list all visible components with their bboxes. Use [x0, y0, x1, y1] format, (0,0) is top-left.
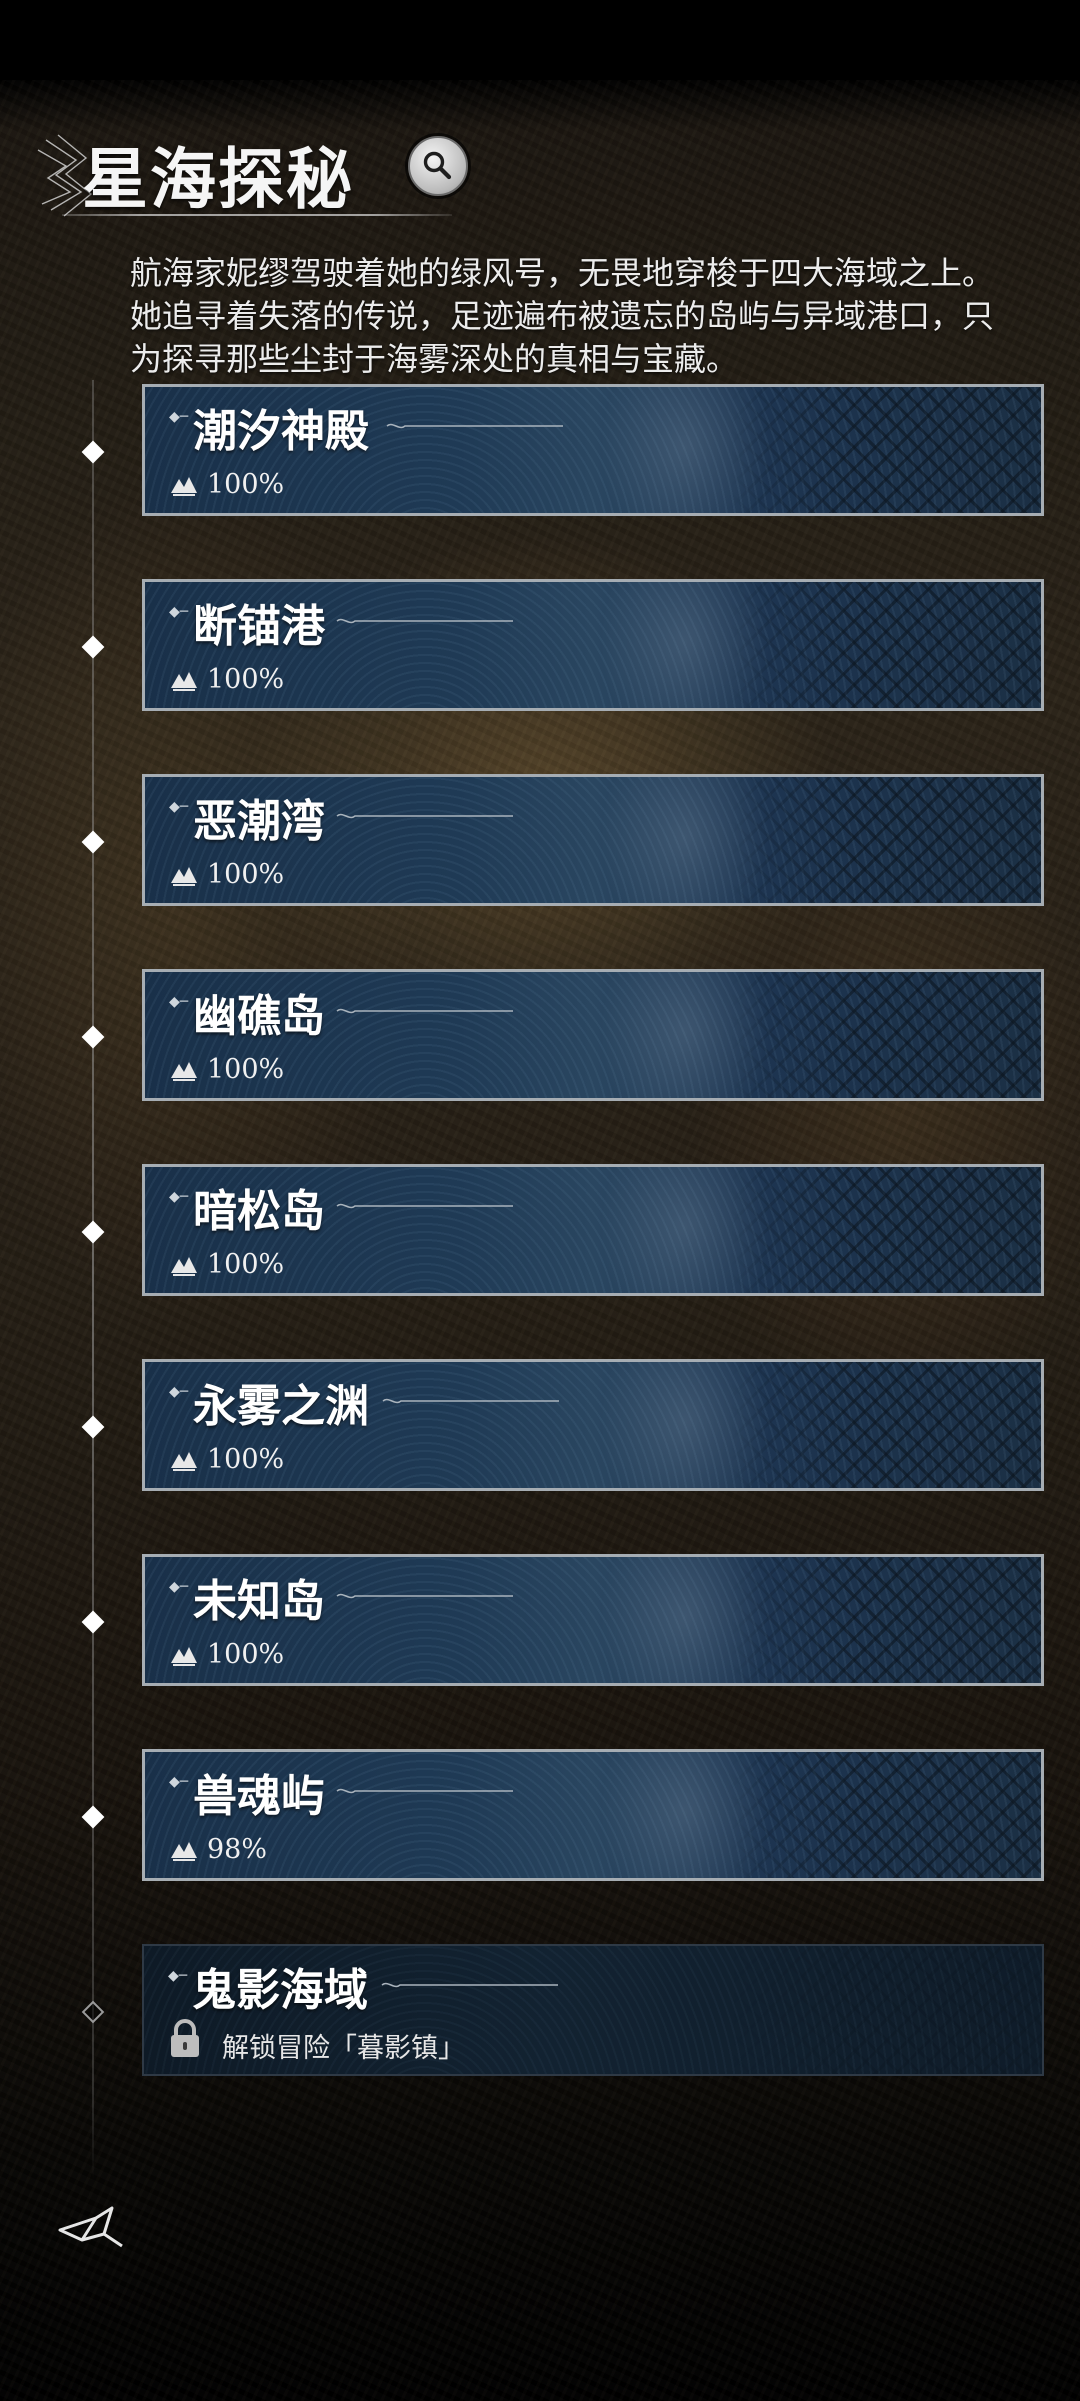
- region-card-shouhun-yu[interactable]: ◆─ 兽魂屿 98%: [142, 1749, 1044, 1881]
- card-pattern: [731, 387, 1041, 513]
- header: 星海探秘: [0, 120, 500, 230]
- flourish-icon: [386, 423, 563, 429]
- emblem-icon: [58, 2206, 123, 2248]
- flourish-icon: [336, 1788, 513, 1794]
- region-progress: 100%: [207, 1444, 285, 1475]
- card-pattern: [731, 1752, 1041, 1878]
- region-name: 潮汐神殿: [193, 406, 369, 457]
- book-icon: [171, 1452, 197, 1471]
- book-icon: [171, 1647, 197, 1666]
- timeline-node-locked: [81, 2000, 105, 2024]
- card-pattern: [731, 1167, 1041, 1293]
- unlock-hint: 解锁冒险「暮影镇」: [222, 2033, 465, 2064]
- book-icon: [171, 1842, 197, 1861]
- timeline-node: [81, 1805, 105, 1829]
- timeline-node: [81, 1025, 105, 1049]
- flourish-icon: [381, 1982, 558, 1988]
- region-name: 暗松岛: [193, 1186, 325, 1237]
- search-button[interactable]: [408, 136, 468, 196]
- region-progress: 100%: [207, 469, 285, 500]
- region-progress: 98%: [207, 1834, 268, 1865]
- sparkle-icon: ◆─: [169, 799, 189, 815]
- card-pattern: [731, 777, 1041, 903]
- region-card-ansong-dao[interactable]: ◆─ 暗松岛 100%: [142, 1164, 1044, 1296]
- flourish-icon: [336, 618, 513, 624]
- card-pattern: [731, 972, 1041, 1098]
- flourish-icon: [382, 1398, 559, 1404]
- timeline-node: [81, 635, 105, 659]
- book-icon: [171, 1257, 197, 1276]
- flourish-icon: [336, 1008, 513, 1014]
- region-card-echao-wan[interactable]: ◆─ 恶潮湾 100%: [142, 774, 1044, 906]
- sparkle-icon: ◆─: [169, 1579, 189, 1595]
- region-card-weizhi-dao[interactable]: ◆─ 未知岛 100%: [142, 1554, 1044, 1686]
- region-progress: 100%: [207, 1249, 285, 1280]
- lock-icon: [171, 2019, 199, 2057]
- sparkle-icon: ◆─: [169, 1774, 189, 1790]
- region-progress: 100%: [207, 664, 285, 695]
- region-name: 恶潮湾: [193, 796, 325, 847]
- region-progress: 100%: [207, 1639, 285, 1670]
- description-text: 航海家妮缪驾驶着她的绿风号，无畏地穿梭于四大海域之上。她追寻着失落的传说，足迹遍…: [130, 254, 995, 378]
- status-bar: [0, 0, 1080, 80]
- flourish-icon: [336, 1203, 513, 1209]
- sparkle-icon: ◆─: [169, 994, 189, 1010]
- card-pattern: [731, 582, 1041, 708]
- screen: 星海探秘 航海家妮缪驾驶着她的绿风号，无畏地穿梭于四大海域之上。她追寻着失落的传…: [0, 0, 1080, 2401]
- region-name: 断锚港: [193, 601, 325, 652]
- region-card-guiying-haiyu[interactable]: ◆─ 鬼影海域 解锁冒险「暮影镇」: [142, 1944, 1044, 2076]
- sparkle-icon: ◆─: [169, 409, 189, 425]
- card-pattern: [732, 1946, 1042, 2074]
- region-name: 兽魂屿: [193, 1771, 325, 1822]
- book-icon: [171, 867, 197, 886]
- region-name: 鬼影海域: [192, 1965, 368, 2016]
- region-progress: 100%: [207, 1054, 285, 1085]
- region-card-chaoxi-shendian[interactable]: ◆─ 潮汐神殿 100%: [142, 384, 1044, 516]
- region-name: 未知岛: [193, 1576, 325, 1627]
- book-icon: [171, 672, 197, 691]
- region-card-duanmao-gang[interactable]: ◆─ 断锚港 100%: [142, 579, 1044, 711]
- timeline-node: [81, 1415, 105, 1439]
- card-pattern: [731, 1557, 1041, 1683]
- book-icon: [171, 1062, 197, 1081]
- sparkle-icon: ◆─: [169, 604, 189, 620]
- sparkle-icon: ◆─: [168, 1968, 188, 1984]
- timeline-node: [81, 830, 105, 854]
- sparkle-icon: ◆─: [169, 1384, 189, 1400]
- flourish-icon: [336, 1593, 513, 1599]
- region-name: 幽礁岛: [193, 991, 325, 1042]
- page-title: 星海探秘: [82, 140, 354, 218]
- timeline-node: [81, 1610, 105, 1634]
- region-progress: 100%: [207, 859, 285, 890]
- title-underline: [62, 214, 452, 216]
- region-card-yongwu-zhiyuan[interactable]: ◆─ 永雾之渊 100%: [142, 1359, 1044, 1491]
- book-icon: [171, 477, 197, 496]
- region-card-youjiao-dao[interactable]: ◆─ 幽礁岛 100%: [142, 969, 1044, 1101]
- timeline-node: [81, 1220, 105, 1244]
- search-icon: [423, 151, 452, 180]
- flourish-icon: [336, 813, 513, 819]
- region-name: 永雾之渊: [193, 1381, 369, 1432]
- timeline-node: [81, 440, 105, 464]
- sparkle-icon: ◆─: [169, 1189, 189, 1205]
- card-pattern: [731, 1362, 1041, 1488]
